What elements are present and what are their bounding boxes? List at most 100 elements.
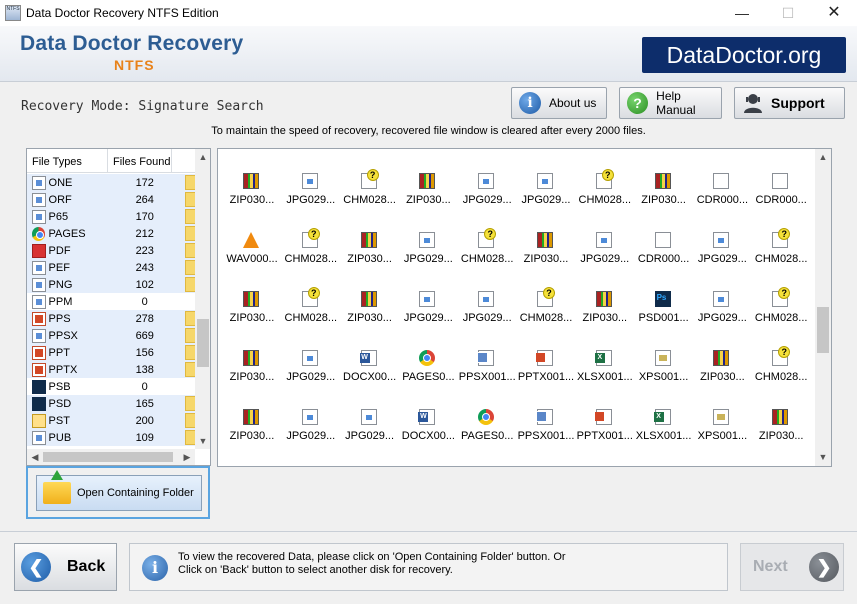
jpg-file-icon <box>301 350 318 366</box>
scroll-up-icon[interactable]: ▲ <box>815 149 831 165</box>
file-item[interactable]: XLSX001... <box>575 326 633 383</box>
file-type-row[interactable]: PPS 278 <box>27 310 197 327</box>
file-item[interactable]: ZIP030... <box>398 149 456 206</box>
back-button[interactable]: ❮ Back <box>14 543 117 591</box>
file-type-row[interactable]: PST 200 <box>27 412 197 429</box>
file-item[interactable]: JPG029... <box>281 385 339 442</box>
file-item[interactable]: ZIP030... <box>516 208 574 265</box>
file-item[interactable]: CDR000... <box>634 208 692 265</box>
file-item[interactable]: PPTX001... <box>516 326 574 383</box>
scroll-down-icon[interactable]: ▼ <box>815 449 831 465</box>
file-item[interactable]: ZIP030... <box>340 267 398 324</box>
file-item[interactable]: XPS001... <box>634 326 692 383</box>
scroll-thumb[interactable] <box>43 452 173 462</box>
file-item-label: XPS001... <box>697 430 748 442</box>
file-item[interactable]: JPG029... <box>692 267 750 324</box>
file-item[interactable]: JPG029... <box>457 149 515 206</box>
file-item[interactable]: PPSX001... <box>457 326 516 383</box>
support-button[interactable]: Support <box>734 87 845 119</box>
file-item[interactable]: PAGES0... <box>457 385 515 442</box>
file-item[interactable]: ZIP030... <box>575 267 633 324</box>
file-type-row[interactable]: P65 170 <box>27 208 197 225</box>
file-types-list: ONE 172 ORF 264 P65 170 PAGES 212 PDF 223 PEF 243 PN… <box>27 174 197 446</box>
file-item[interactable]: ZIP030... <box>222 326 280 383</box>
scroll-left-icon[interactable]: ◀ <box>27 449 43 465</box>
file-item[interactable]: JPG029... <box>281 149 339 206</box>
file-item[interactable]: CHM028... <box>516 267 574 324</box>
docx-file-icon <box>359 350 377 366</box>
header-file-types[interactable]: File Types <box>27 149 108 173</box>
scroll-up-icon[interactable]: ▲ <box>195 149 210 165</box>
file-item-label: XPS001... <box>638 371 689 383</box>
scroll-down-icon[interactable]: ▼ <box>195 433 210 449</box>
file-item[interactable]: CHM028... <box>751 267 809 324</box>
file-item[interactable]: PPSX001... <box>516 385 574 442</box>
file-item[interactable]: CHM028... <box>751 326 809 383</box>
file-type-row[interactable]: PUB 109 <box>27 429 197 446</box>
file-type-row[interactable]: PPSX 669 <box>27 327 197 344</box>
file-item[interactable]: DOCX00... <box>340 326 398 383</box>
scroll-thumb[interactable] <box>197 319 209 367</box>
file-item[interactable]: JPG029... <box>575 208 633 265</box>
help-manual-button[interactable]: ? Help Manual <box>619 87 722 119</box>
file-type-row[interactable]: PSD 165 <box>27 395 197 412</box>
file-item[interactable]: JPG029... <box>457 267 515 324</box>
file-item[interactable]: ZIP030... <box>751 385 809 442</box>
maximize-button[interactable]: ☐ <box>765 0 811 26</box>
file-item[interactable]: ZIP030... <box>222 149 280 206</box>
ppsx-file-icon <box>477 350 495 366</box>
open-folder-focus-frame: Open Containing Folder <box>26 466 210 519</box>
file-item[interactable]: CHM028... <box>575 149 633 206</box>
close-button[interactable]: ✕ <box>811 0 857 26</box>
scroll-thumb[interactable] <box>817 307 829 353</box>
minimize-button[interactable]: — <box>719 0 765 26</box>
file-item[interactable]: CHM028... <box>340 149 398 206</box>
file-item[interactable]: JPG029... <box>281 326 339 383</box>
header-banner: Data Doctor Recovery NTFS DataDoctor.org <box>0 26 857 82</box>
file-item[interactable]: JPG029... <box>398 267 456 324</box>
file-item[interactable]: DOCX00... <box>398 385 456 442</box>
file-item[interactable]: XPS001... <box>692 385 750 442</box>
file-type-row[interactable]: PDF 223 <box>27 242 197 259</box>
file-item[interactable]: ZIP030... <box>222 267 280 324</box>
file-item[interactable]: CHM028... <box>457 208 515 265</box>
file-item[interactable]: JPG029... <box>692 208 750 265</box>
file-item[interactable]: ZIP030... <box>634 149 692 206</box>
file-item[interactable]: ZIP030... <box>340 208 398 265</box>
file-item[interactable]: CHM028... <box>281 208 339 265</box>
header-files-found[interactable]: Files Found <box>108 149 172 173</box>
file-type-row[interactable]: PPTX 138 <box>27 361 197 378</box>
file-item[interactable]: XLSX001... <box>634 385 692 442</box>
open-containing-folder-button[interactable]: Open Containing Folder <box>36 470 202 511</box>
file-item[interactable]: PPTX001... <box>575 385 633 442</box>
file-item[interactable]: ZIP030... <box>692 326 750 383</box>
file-item[interactable]: JPG029... <box>340 385 398 442</box>
file-item[interactable]: CHM028... <box>281 267 339 324</box>
files-vscrollbar[interactable]: ▲ ▼ <box>815 149 831 466</box>
file-item[interactable]: JPG029... <box>398 208 456 265</box>
file-type-row[interactable]: ORF 264 <box>27 191 197 208</box>
file-item[interactable]: WAV000... <box>222 208 280 265</box>
file-type-row[interactable]: PEF 243 <box>27 259 197 276</box>
file-type-row[interactable]: PNG 102 <box>27 276 197 293</box>
file-item[interactable]: JPG029... <box>516 149 574 206</box>
file-type-row[interactable]: ONE 172 <box>27 174 197 191</box>
file-type-row[interactable]: PPT 156 <box>27 344 197 361</box>
file-type-row[interactable]: PAGES 212 <box>27 225 197 242</box>
file-item[interactable]: PSD001... <box>634 267 692 324</box>
file-item[interactable]: CDR000... <box>692 149 750 206</box>
file-type-row[interactable]: PPM 0 <box>27 293 197 310</box>
file-item[interactable]: ZIP030... <box>222 385 280 442</box>
file-type-row[interactable]: PSB 0 <box>27 378 197 395</box>
file-item-label: JPG029... <box>286 430 336 442</box>
about-us-button[interactable]: i About us <box>511 87 607 119</box>
file-types-hscrollbar[interactable]: ◀ ▶ <box>27 449 195 465</box>
doc-file-icon <box>32 277 46 292</box>
file-item[interactable]: CDR000... <box>751 149 809 206</box>
file-item[interactable]: CHM028... <box>751 208 809 265</box>
file-types-vscrollbar[interactable]: ▲ ▼ <box>195 149 210 449</box>
next-button[interactable]: Next ❯ <box>740 543 844 591</box>
scroll-right-icon[interactable]: ▶ <box>179 449 195 465</box>
file-item[interactable]: PAGES0... <box>398 326 456 383</box>
file-item-label: ZIP030... <box>347 253 392 265</box>
